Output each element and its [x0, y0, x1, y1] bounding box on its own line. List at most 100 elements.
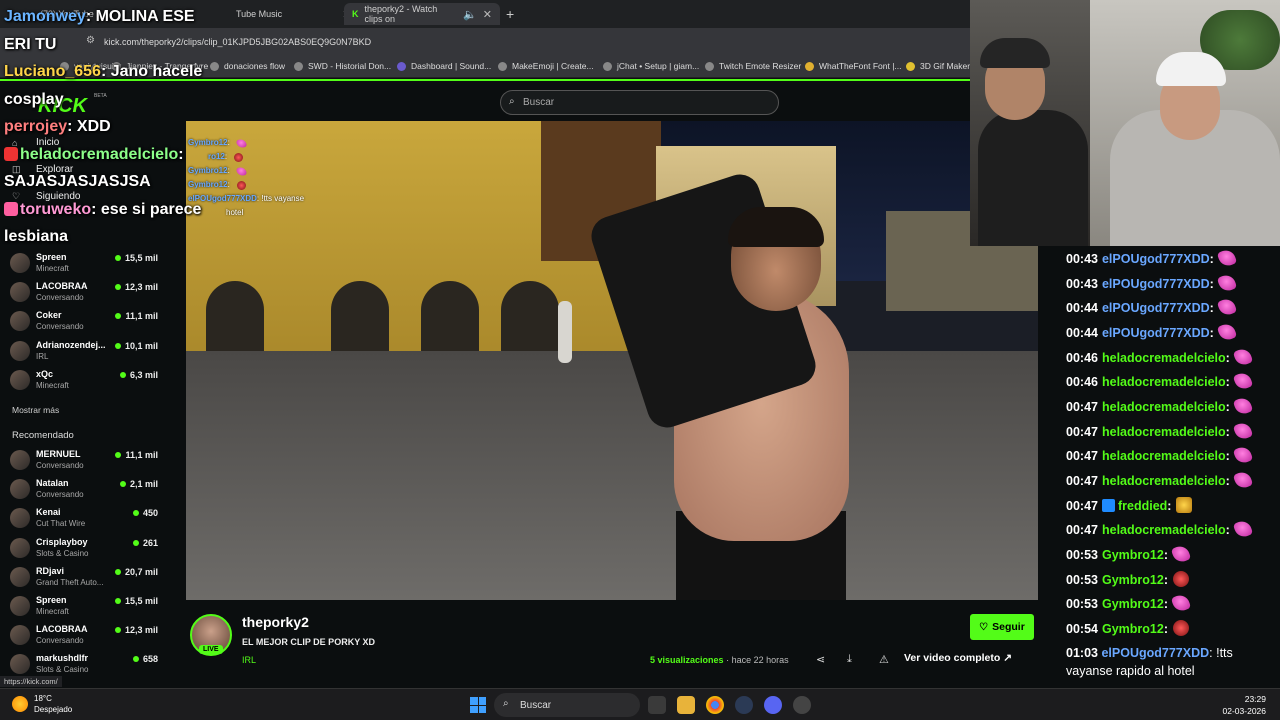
follow-button[interactable]: ♡ Seguir [970, 614, 1034, 640]
emote-icon [1232, 420, 1254, 442]
chat-message: 00:46 heladocremadelcielo: [1066, 346, 1254, 368]
address-bar[interactable]: ⚙ kick.com/theporky2/clips/clip_01KJPD5J… [0, 28, 970, 56]
avatar [10, 508, 30, 528]
badge-icon [1101, 499, 1115, 512]
overlay-chat-line: toruweko: ese si parece [4, 201, 201, 219]
live-badge: LIVE [199, 645, 223, 654]
heart-icon: ♡ [979, 621, 989, 633]
site-info-icon[interactable]: ⚙ [86, 35, 95, 46]
url-text[interactable]: kick.com/theporky2/clips/clip_01KJPD5JBG… [104, 37, 371, 47]
new-tab-button[interactable]: + [506, 6, 514, 22]
kick-favicon-icon: K [352, 9, 359, 19]
bookmark-icon [603, 61, 612, 71]
bookmark-icon [498, 61, 507, 71]
video-player[interactable] [186, 121, 1038, 600]
following-channel[interactable]: Spreen Minecraft 15,5 mil [10, 249, 162, 277]
bookmark-item[interactable]: donaciones flow [210, 61, 285, 71]
emote-icon [1216, 247, 1238, 269]
weather-widget[interactable]: 18°C Despejado [12, 693, 72, 715]
bookmark-item[interactable]: SWD - Historial Don... [294, 61, 391, 71]
bookmark-item[interactable]: Twitch Emote Resizer [705, 61, 801, 71]
share-icon[interactable]: ⋖ [816, 653, 825, 666]
bookmark-icon [805, 61, 814, 71]
emote-icon [1232, 346, 1254, 368]
overlay-chat-line: lesbiana [4, 228, 69, 245]
avatar [10, 538, 30, 558]
clock[interactable]: 23:29 02-03-2026 [1223, 693, 1266, 717]
task-view-icon[interactable] [648, 696, 666, 714]
avatar [10, 479, 30, 499]
avatar [10, 596, 30, 616]
close-icon[interactable]: ✕ [483, 8, 492, 21]
bookmark-icon [705, 61, 714, 71]
download-icon[interactable]: ⤓ [847, 653, 852, 666]
recommended-channel[interactable]: Kenai Cut That Wire 450 [10, 504, 162, 532]
bookmark-item[interactable]: jChat • Setup | giam... [603, 61, 699, 71]
recommended-channel[interactable]: Spreen Minecraft 15,5 mil [10, 592, 162, 620]
emote-icon [1173, 571, 1189, 587]
recommended-channel[interactable]: Crisplayboy Slots & Casino 261 [10, 534, 162, 562]
avatar [10, 370, 30, 390]
recommended-title: Recomendado [12, 430, 74, 441]
chat-message: 00:47 heladocremadelcielo: [1066, 518, 1254, 540]
avatar [10, 450, 30, 470]
bookmark-icon [906, 61, 915, 71]
show-more-link[interactable]: Mostrar más [12, 405, 59, 415]
full-video-button[interactable]: Ver video completo ↗ [904, 652, 1012, 664]
following-channel[interactable]: LACOBRAA Conversando 12,3 mil [10, 278, 162, 306]
recommended-channel[interactable]: Natalan Conversando 2,1 mil [10, 475, 162, 503]
kick-top-nav: KICK BETA ⌕ Buscar [0, 79, 1060, 121]
tab-kick-clip[interactable]: K theporky2 - Watch clips on 🔈 ✕ [344, 3, 500, 25]
emote-icon [1232, 469, 1254, 491]
report-icon[interactable]: ⚠ [879, 653, 889, 666]
external-link-icon: ↗ [1003, 652, 1013, 664]
emote-icon [234, 153, 244, 162]
avatar [10, 625, 30, 645]
emote-icon [1232, 370, 1254, 392]
speaker-icon[interactable]: 🔈 [463, 8, 477, 21]
overlay-chat-line: SAJASJASJASJSA [4, 173, 151, 190]
chat-message: 01:03 elPOUgod777XDD: !tts vayanse rapid… [1066, 646, 1233, 678]
recommended-channel[interactable]: markushdlfr Slots & Casino 658 [10, 650, 162, 678]
search-input[interactable]: ⌕ Buscar [500, 90, 779, 115]
screen: (73) YouTube Tube Music✕ K theporky2 - W… [0, 0, 1280, 720]
file-explorer-icon[interactable] [677, 696, 695, 714]
avatar [10, 654, 30, 674]
chat-message: 00:53 Gymbro12: [1066, 543, 1192, 565]
bookmark-item[interactable]: MakeEmoji | Create... [498, 61, 594, 71]
bookmark-item[interactable]: WhatTheFont Font |... [805, 61, 902, 71]
avatar [10, 282, 30, 302]
bookmark-item[interactable]: Dashboard | Sound... [397, 61, 491, 71]
emote-icon [1216, 272, 1238, 294]
chat-message: 00:53 Gymbro12: [1066, 592, 1192, 614]
recommended-channel[interactable]: LACOBRAA Conversando 12,3 mil [10, 621, 162, 649]
app-icon[interactable] [735, 696, 753, 714]
overlay-chat-line: Jamonwey: MOLINA ESE [4, 8, 195, 25]
overlay-chat-line: ERI TU [4, 36, 57, 53]
recommended-channel[interactable]: RDjavi Grand Theft Auto... 20,7 mil [10, 563, 162, 591]
chat-message: 00:46 heladocremadelcielo: [1066, 370, 1254, 392]
chat-message: 00:47 heladocremadelcielo: [1066, 469, 1254, 491]
clip-title: EL MEJOR CLIP DE PORKY XD [242, 637, 376, 647]
taskbar-search[interactable]: ⌕ Buscar [494, 693, 640, 717]
emote-icon [1232, 395, 1254, 417]
channel-name[interactable]: theporky2 [242, 614, 309, 630]
chat-panel: 00:43 elPOUgod777XDD: 00:43 elPOUgod777XDD… [1052, 246, 1280, 688]
following-channel[interactable]: Coker Conversando 11,1 mil [10, 307, 162, 335]
avatar [10, 341, 30, 361]
bookmark-item[interactable]: 3D Gif Maker [906, 61, 970, 71]
chrome-icon[interactable] [706, 696, 724, 714]
emote-icon [1173, 620, 1189, 636]
discord-icon[interactable] [764, 696, 782, 714]
app-icon[interactable] [793, 696, 811, 714]
following-channel[interactable]: Adrianozendej... IRL 10,1 mil [10, 337, 162, 365]
emote-icon [1216, 296, 1238, 318]
windows-start-icon[interactable] [470, 697, 486, 713]
following-channel[interactable]: xQc Minecraft 6,3 mil [10, 366, 162, 394]
avatar [10, 311, 30, 331]
clip-category[interactable]: IRL [242, 655, 256, 665]
tab-youtube-music[interactable]: Tube Music✕ [236, 3, 351, 25]
emote-icon [1232, 444, 1254, 466]
recommended-channel[interactable]: MERNUEL Conversando 11,1 mil [10, 446, 162, 474]
overlay-chat-line: Luciano_656: Jano hacele [4, 63, 203, 80]
